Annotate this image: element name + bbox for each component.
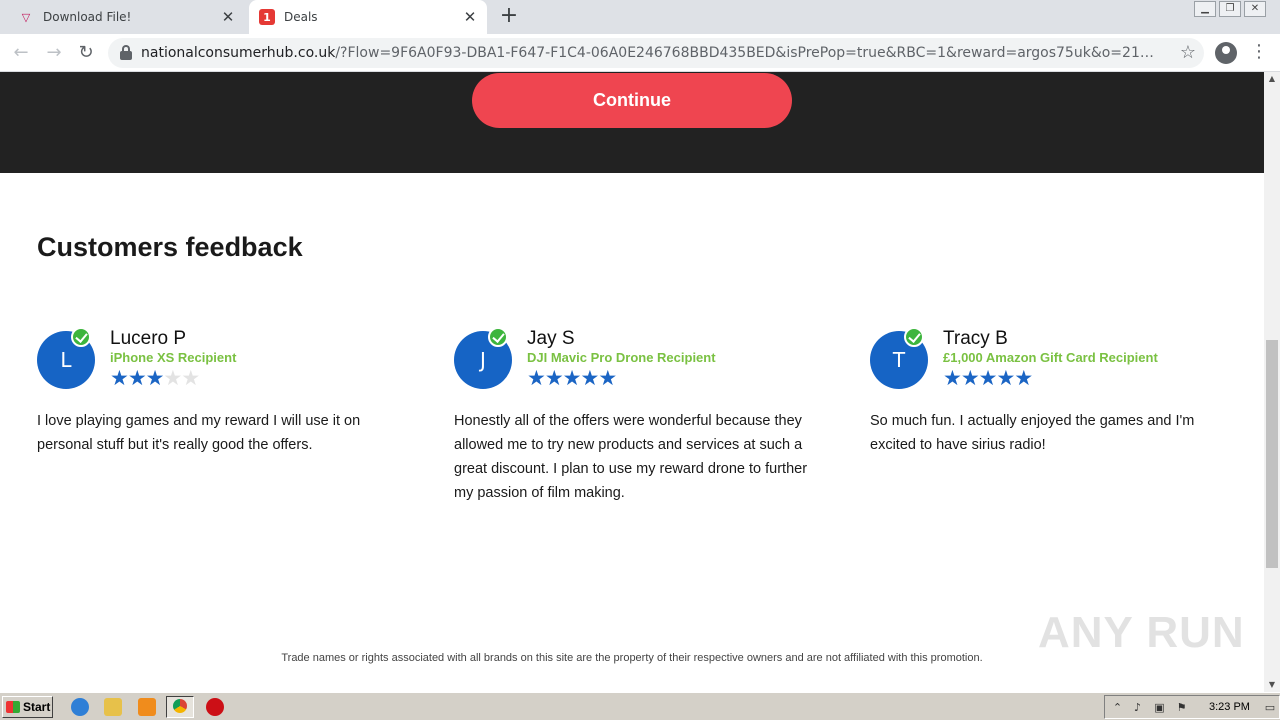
system-tray: ⌃ ♪ ▣ ⚑ 3:23 PM ▭ — [1104, 695, 1280, 719]
bookmark-star-icon[interactable]: ☆ — [1180, 42, 1196, 63]
deals-icon: 1 — [259, 9, 275, 25]
star-filled-icon: ★ — [943, 366, 962, 390]
close-tab-icon[interactable]: ✕ — [461, 8, 479, 26]
new-tab-button[interactable]: + — [498, 5, 520, 28]
hero-section: Continue — [0, 72, 1264, 173]
tray-expand-icon[interactable]: ⌃ — [1111, 701, 1124, 714]
menu-dots-icon[interactable]: ⋮ — [1250, 41, 1268, 62]
star-filled-icon: ★ — [580, 366, 599, 390]
clock: 3:23 PM — [1209, 701, 1250, 713]
start-button[interactable]: Start — [2, 696, 53, 718]
scroll-down-icon[interactable]: ▼ — [1264, 678, 1280, 692]
show-desktop-icon[interactable]: ▭ — [1263, 701, 1277, 714]
verified-check-icon — [904, 327, 924, 347]
star-filled-icon: ★ — [960, 366, 980, 390]
star-filled-icon: ★ — [527, 366, 546, 390]
browser-toolbar: ← → ↻ nationalconsumerhub.co.uk/?Flow=9F… — [0, 34, 1280, 72]
reload-icon[interactable]: ↻ — [74, 41, 98, 65]
minimize-button[interactable]: ▁ — [1194, 1, 1216, 17]
windows-taskbar: Start ⌃ ♪ ▣ ⚑ 3:23 PM ▭ — [0, 692, 1280, 720]
address-bar[interactable]: nationalconsumerhub.co.uk/?Flow=9F6A0F93… — [108, 38, 1204, 68]
flag-icon[interactable]: ⚑ — [1175, 701, 1188, 714]
star-filled-icon: ★ — [562, 366, 582, 390]
restore-button[interactable]: ❐ — [1219, 1, 1241, 17]
scroll-up-icon[interactable]: ▲ — [1264, 72, 1280, 86]
star-filled-icon: ★ — [1014, 366, 1033, 390]
reviewer-tag: iPhone XS Recipient — [110, 350, 237, 365]
tab-strip: ▽ Download File! ✕ 1 Deals ✕ + ▁ ❐ ✕ — [0, 0, 1280, 34]
star-filled-icon: ★ — [978, 366, 998, 390]
review-text: I love playing games and my reward I wil… — [37, 413, 361, 453]
lock-icon — [120, 45, 132, 60]
feedback-title: Customers feedback — [37, 232, 303, 262]
account-icon[interactable] — [1215, 42, 1237, 64]
windows-logo-icon — [6, 701, 20, 713]
star-rating: ★★★★★ — [527, 366, 617, 390]
back-arrow-icon[interactable]: ← — [9, 41, 33, 65]
star-filled-icon: ★ — [127, 366, 147, 390]
opera-icon[interactable] — [206, 698, 224, 716]
verified-check-icon — [71, 327, 91, 347]
star-empty-icon: ★ — [163, 366, 182, 390]
url-path: /?Flow=9F6A0F93-DBA1-F647-F1C4-06A0E2467… — [335, 45, 1161, 61]
reviewer-tag: £1,000 Amazon Gift Card Recipient — [943, 350, 1158, 365]
volume-icon[interactable]: ♪ — [1131, 701, 1144, 714]
star-filled-icon: ★ — [145, 366, 165, 390]
forward-arrow-icon[interactable]: → — [42, 41, 66, 65]
star-filled-icon: ★ — [996, 366, 1015, 390]
close-tab-icon[interactable]: ✕ — [219, 8, 237, 26]
tab-title: Download File! — [43, 10, 132, 24]
chrome-taskbar-icon[interactable] — [166, 696, 194, 718]
reviewer-name: Tracy B — [943, 328, 1008, 349]
media-player-icon[interactable] — [138, 698, 156, 716]
review-text: So much fun. I actually enjoyed the game… — [870, 413, 1195, 453]
tab-deals[interactable]: 1 Deals ✕ — [249, 0, 487, 34]
star-empty-icon: ★ — [181, 366, 200, 390]
page-scrollbar[interactable]: ▲ ▼ — [1264, 72, 1280, 692]
tab-download-file[interactable]: ▽ Download File! ✕ — [8, 0, 245, 34]
close-window-button[interactable]: ✕ — [1244, 1, 1266, 17]
network-icon[interactable]: ▣ — [1153, 701, 1166, 714]
star-filled-icon: ★ — [598, 366, 617, 390]
page-viewport: Continue Customers feedback L Lucero P i… — [0, 72, 1264, 692]
url-host: nationalconsumerhub.co.uk — [141, 45, 336, 61]
window-controls: ▁ ❐ ✕ — [1194, 1, 1266, 17]
review-text: Honestly all of the offers were wonderfu… — [454, 413, 808, 501]
star-filled-icon: ★ — [544, 366, 564, 390]
start-label: Start — [23, 700, 51, 714]
internet-explorer-icon[interactable] — [71, 698, 89, 716]
star-filled-icon: ★ — [110, 366, 129, 390]
reviewer-name: Jay S — [527, 328, 575, 349]
star-rating: ★★★★★ — [943, 366, 1033, 390]
star-rating: ★★★★★ — [110, 366, 200, 390]
continue-button[interactable]: Continue — [472, 73, 792, 128]
tab-title: Deals — [284, 10, 318, 24]
url-text[interactable]: nationalconsumerhub.co.uk/?Flow=9F6A0F93… — [141, 45, 1161, 61]
verified-check-icon — [488, 327, 508, 347]
download-file-icon: ▽ — [21, 10, 31, 24]
reviewer-name: Lucero P — [110, 328, 187, 349]
folder-icon[interactable] — [104, 698, 122, 716]
scrollbar-thumb[interactable] — [1266, 340, 1278, 568]
reviewer-tag: DJI Mavic Pro Drone Recipient — [527, 350, 716, 365]
anyrun-watermark: ANY RUN — [1038, 608, 1245, 657]
